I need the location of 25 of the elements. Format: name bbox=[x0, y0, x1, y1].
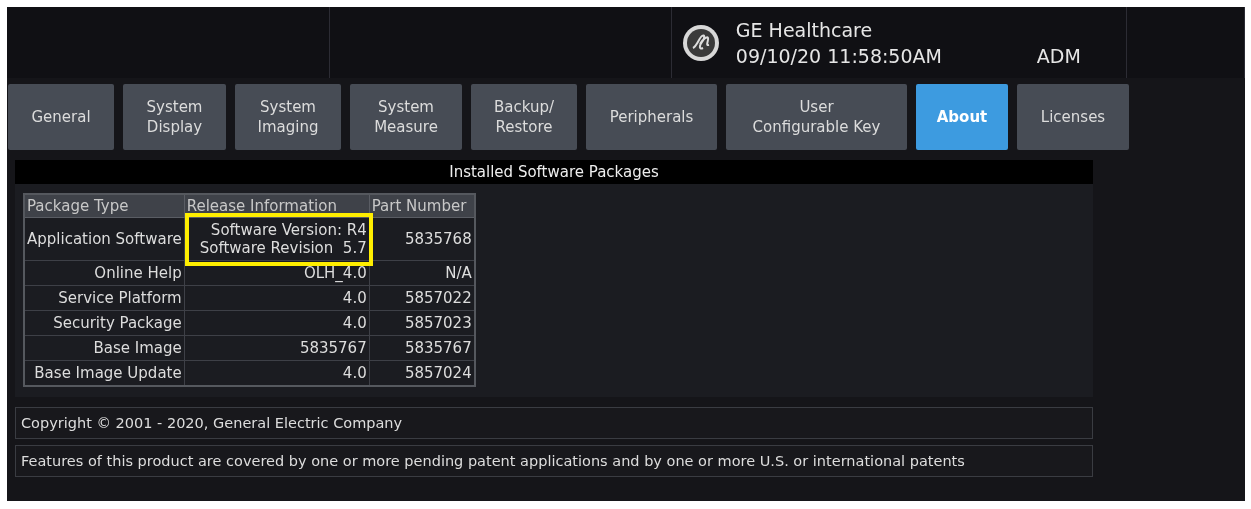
settings-tab[interactable]: General bbox=[8, 84, 114, 150]
settings-tab[interactable]: User Configurable Key bbox=[726, 84, 907, 150]
brand-name: GE Healthcare bbox=[735, 18, 874, 41]
settings-tab[interactable]: System Imaging bbox=[235, 84, 341, 150]
table-cell: 4.0 bbox=[184, 310, 370, 336]
footer-text: Copyright © 2001 - 2020, General Electric Company bbox=[15, 407, 1093, 439]
table-cell: Online Help bbox=[24, 260, 185, 286]
table-cell: Base Image bbox=[24, 335, 185, 361]
logo-icon bbox=[681, 23, 720, 62]
user-label: ADM bbox=[1036, 44, 1081, 67]
footer-text: Features of this product are covered by one or more pending patent applications and by one or more U.S. or international patents bbox=[15, 445, 1093, 477]
settings-tab[interactable]: Licenses bbox=[1017, 84, 1129, 150]
date-time: 09/10/20 11:58:50AM bbox=[735, 44, 942, 67]
settings-tab[interactable]: System Display bbox=[123, 84, 226, 150]
settings-tab[interactable]: Backup/ Restore bbox=[471, 84, 577, 150]
panel-title: Installed Software Packages bbox=[15, 160, 1093, 184]
table-cell: Service Platform bbox=[24, 285, 185, 311]
settings-tab[interactable]: System Measure bbox=[350, 84, 462, 150]
column-header: Part Number bbox=[369, 194, 475, 218]
settings-tab[interactable]: Peripherals bbox=[586, 84, 717, 150]
table-cell: Application Software bbox=[24, 217, 185, 261]
column-header: Package Type bbox=[24, 194, 185, 218]
table-cell: 5835767 bbox=[184, 335, 370, 361]
table-cell: Security Package bbox=[24, 310, 185, 336]
table-cell: 4.0 bbox=[184, 285, 370, 311]
